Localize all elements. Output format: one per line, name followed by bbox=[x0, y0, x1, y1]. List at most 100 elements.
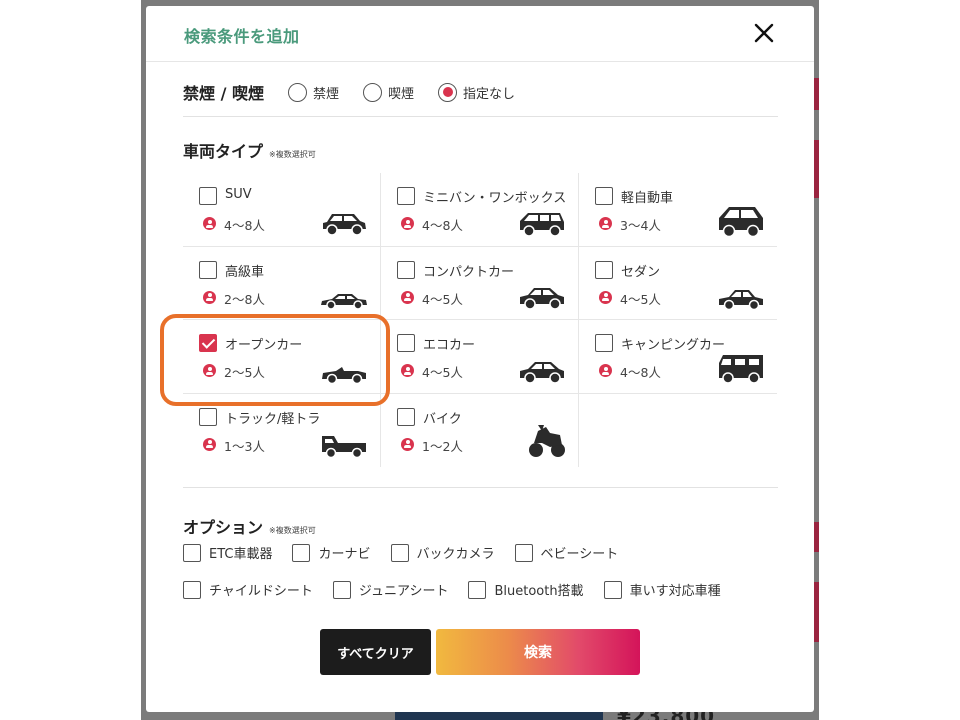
person-icon bbox=[599, 364, 612, 377]
option-label: バックカメラ bbox=[416, 547, 495, 562]
radio-label: 指定なし bbox=[463, 86, 516, 102]
vehicle-type-label: キャンピングカー bbox=[621, 338, 726, 353]
option-child-seat[interactable]: チャイルドシート bbox=[183, 580, 313, 599]
luxury-car-icon bbox=[321, 294, 367, 310]
checkbox[interactable] bbox=[603, 580, 622, 599]
checkbox[interactable] bbox=[397, 334, 415, 352]
smoking-section: 禁煙 / 喫煙 禁煙 喫煙 指定なし bbox=[183, 80, 778, 104]
option-bluetooth[interactable]: Bluetooth搭載 bbox=[468, 580, 584, 599]
vehicle-type-heading: 車両タイプ ※複数選択可 bbox=[183, 138, 778, 162]
option-label: Bluetooth搭載 bbox=[494, 584, 584, 599]
vehicle-type-label: バイク bbox=[423, 411, 462, 427]
capacity-text: 1〜2人 bbox=[422, 438, 463, 454]
kei-car-icon bbox=[719, 206, 763, 237]
capacity-text: 3〜4人 bbox=[620, 218, 661, 233]
eco-car-icon bbox=[520, 361, 564, 384]
person-icon bbox=[203, 290, 216, 304]
suv-icon bbox=[323, 213, 366, 236]
person-icon bbox=[401, 437, 414, 451]
options-row-2: チャイルドシート ジュニアシート Bluetooth搭載 車いす対応車種 bbox=[183, 580, 741, 599]
radio-button[interactable] bbox=[288, 82, 307, 102]
vehicle-type-camper[interactable]: キャンピングカー 4〜8人 bbox=[579, 320, 777, 394]
clear-all-button[interactable]: すべてクリア bbox=[320, 629, 431, 675]
checkbox[interactable] bbox=[595, 260, 613, 279]
person-icon bbox=[203, 217, 216, 230]
modal-header: 検索条件を追加 bbox=[146, 6, 814, 62]
checkbox[interactable] bbox=[397, 407, 415, 426]
person-icon bbox=[401, 217, 414, 230]
option-wheelchair[interactable]: 車いす対応車種 bbox=[603, 580, 721, 599]
vehicle-type-luxury[interactable]: 高級車 2〜8人 bbox=[183, 246, 381, 320]
vehicle-type-sedan[interactable]: セダン 4〜5人 bbox=[579, 247, 777, 320]
checkbox[interactable] bbox=[390, 543, 409, 562]
camper-icon bbox=[719, 354, 763, 384]
checkbox[interactable] bbox=[332, 580, 351, 599]
option-baby-seat[interactable]: ベビーシート bbox=[514, 543, 619, 562]
smoking-title: 禁煙 / 喫煙 bbox=[183, 84, 264, 103]
vehicle-type-label: 高級車 bbox=[225, 264, 265, 280]
motorcycle-icon bbox=[529, 425, 565, 457]
option-junior-seat[interactable]: ジュニアシート bbox=[332, 580, 448, 599]
options-heading: オプション ※複数選択可 bbox=[183, 514, 778, 538]
checkbox[interactable] bbox=[514, 543, 533, 562]
checkbox[interactable] bbox=[397, 187, 415, 205]
divider bbox=[183, 487, 778, 488]
radio-label: 禁煙 bbox=[313, 86, 340, 102]
multi-select-note: ※複数選択可 bbox=[269, 150, 316, 159]
options-row-1: ETC車載器 カーナビ バックカメラ ベビーシート bbox=[183, 543, 638, 562]
vehicle-type-suv[interactable]: SUV 4〜8人 bbox=[183, 173, 381, 247]
checkbox[interactable] bbox=[199, 187, 217, 205]
option-label: チャイルドシート bbox=[209, 584, 313, 599]
capacity-text: 4〜5人 bbox=[422, 291, 463, 307]
option-back-camera[interactable]: バックカメラ bbox=[390, 543, 495, 562]
checkbox[interactable] bbox=[199, 407, 217, 426]
capacity-text: 2〜8人 bbox=[224, 291, 265, 307]
vehicle-type-convertible[interactable]: オープンカー 2〜5人 bbox=[183, 320, 381, 394]
option-car-navi[interactable]: カーナビ bbox=[292, 543, 371, 562]
search-button[interactable]: 検索 bbox=[436, 629, 640, 675]
checkbox[interactable] bbox=[199, 260, 217, 279]
capacity-text: 2〜5人 bbox=[224, 365, 265, 380]
radio-smoking[interactable]: 喫煙 bbox=[363, 82, 414, 102]
checkbox[interactable] bbox=[292, 543, 311, 562]
checkbox[interactable] bbox=[595, 334, 613, 352]
vehicle-type-minivan[interactable]: ミニバン・ワンボックス 4〜8人 bbox=[381, 173, 579, 247]
vehicle-type-label: セダン bbox=[621, 264, 661, 280]
checkbox[interactable] bbox=[468, 580, 487, 599]
option-label: ETC車載器 bbox=[209, 547, 273, 562]
radio-no-preference[interactable]: 指定なし bbox=[438, 82, 516, 102]
checkbox[interactable] bbox=[183, 543, 201, 562]
checkbox[interactable] bbox=[595, 187, 613, 205]
vehicle-type-label: 軽自動車 bbox=[621, 191, 674, 206]
vehicle-type-label: オープンカー bbox=[225, 338, 303, 353]
vehicle-type-label: コンパクトカー bbox=[423, 264, 515, 280]
close-button[interactable] bbox=[752, 21, 776, 45]
vehicle-type-label: SUV bbox=[225, 187, 252, 202]
compact-car-icon bbox=[520, 288, 564, 310]
option-label: カーナビ bbox=[318, 547, 371, 562]
radio-button[interactable] bbox=[363, 82, 383, 102]
options-title: オプション bbox=[183, 518, 264, 537]
vehicle-type-eco[interactable]: エコカー 4〜5人 bbox=[381, 320, 579, 394]
checkbox-checked[interactable] bbox=[199, 334, 217, 352]
vehicle-type-kei[interactable]: 軽自動車 3〜4人 bbox=[579, 173, 777, 247]
person-icon bbox=[203, 364, 216, 377]
option-label: ベビーシート bbox=[540, 547, 619, 562]
vehicle-type-truck[interactable]: トラック/軽トラ 1〜3人 bbox=[183, 393, 381, 467]
checkbox[interactable] bbox=[183, 580, 201, 599]
modal-title: 検索条件を追加 bbox=[184, 27, 300, 46]
vehicle-type-label: トラック/軽トラ bbox=[225, 411, 321, 427]
capacity-text: 4〜8人 bbox=[422, 218, 463, 233]
capacity-text: 4〜8人 bbox=[620, 365, 661, 380]
vehicle-type-motorcycle[interactable]: バイク 1〜2人 bbox=[381, 393, 579, 467]
checkbox[interactable] bbox=[397, 260, 415, 279]
person-icon bbox=[401, 290, 414, 304]
vehicle-type-compact[interactable]: コンパクトカー 4〜5人 bbox=[381, 246, 579, 320]
sedan-icon bbox=[719, 290, 763, 311]
radio-button-selected[interactable] bbox=[438, 82, 458, 102]
minivan-icon bbox=[520, 212, 564, 237]
multi-select-note: ※複数選択可 bbox=[269, 526, 316, 535]
truck-icon bbox=[322, 436, 366, 459]
option-etc[interactable]: ETC車載器 bbox=[183, 543, 272, 562]
radio-no-smoking[interactable]: 禁煙 bbox=[288, 82, 340, 102]
